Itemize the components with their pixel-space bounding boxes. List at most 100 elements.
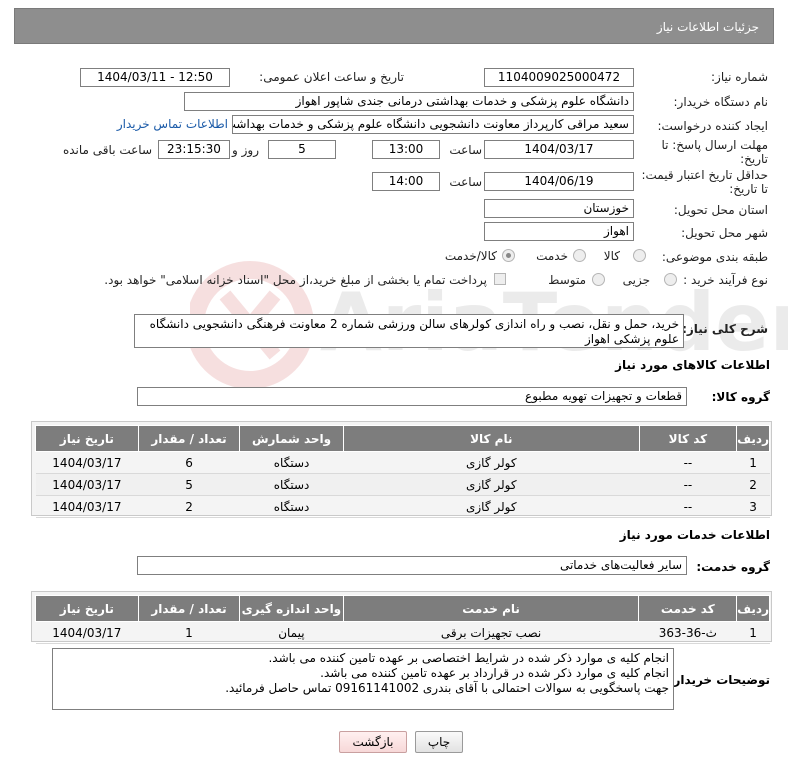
cell-name: کولر گازی xyxy=(343,495,640,518)
category-option-goods: کالا xyxy=(603,249,620,263)
need-number-label: شماره نیاز: xyxy=(711,70,768,84)
table-row: 1 ث-36-363 نصب تجهیزات برقی پیمان 1 1404… xyxy=(35,621,770,644)
page-title: جزئیات اطلاعات نیاز xyxy=(656,20,759,34)
cell-row-number: 3 xyxy=(736,495,770,518)
process-option-minor: جزیی xyxy=(622,273,650,287)
col-unit: واحد شمارش xyxy=(239,425,344,452)
cell-code: -- xyxy=(639,495,737,518)
announce-field: 1404/03/11 - 12:50 xyxy=(80,68,230,87)
goods-section-title: اطلاعات کالاهای مورد نیاز xyxy=(615,358,770,372)
city-label: شهر محل تحویل: xyxy=(681,226,768,240)
buyer-org-field: دانشگاه علوم پزشکی و خدمات بهداشتی درمان… xyxy=(184,92,634,111)
process-label: نوع فرآیند خرید : xyxy=(683,273,768,287)
cell-code: -- xyxy=(639,473,737,496)
col-need-date: تاریخ نیاز xyxy=(35,425,139,452)
cell-date: 1404/03/17 xyxy=(35,495,139,518)
goods-table-container: ردیف کد کالا نام کالا واحد شمارش تعداد /… xyxy=(31,421,772,518)
cell-date: 1404/03/17 xyxy=(35,621,139,644)
col-row-number: ردیف xyxy=(736,595,770,622)
cell-code: -- xyxy=(639,451,737,474)
notes-field: انجام کلیه ی موارد ذکر شده در شرایط اختص… xyxy=(52,648,674,710)
price-date-field: 1404/06/19 xyxy=(484,172,634,191)
header-bar: جزئیات اطلاعات نیاز xyxy=(14,8,774,44)
city-field: اهواز xyxy=(484,222,634,241)
services-table: ردیف کد خدمت نام خدمت واحد اندازه گیری ت… xyxy=(35,595,770,644)
goods-group-field: قطعات و تجهیزات تهویه مطبوع xyxy=(137,387,687,406)
category-option-goods-service: کالا/خدمت xyxy=(444,249,497,263)
services-group-label: گروه خدمت: xyxy=(696,560,770,574)
summary-field: خرید، حمل و نقل، نصب و راه اندازی کولرها… xyxy=(134,314,684,348)
cell-unit: دستگاه xyxy=(239,451,344,474)
print-button[interactable]: چاپ xyxy=(415,731,463,753)
col-need-date: تاریخ نیاز xyxy=(35,595,139,622)
remaining-label: ساعت باقی مانده xyxy=(62,143,152,157)
cell-row-number: 1 xyxy=(736,451,770,474)
notes-label: توضیحات خریدار: xyxy=(668,673,770,687)
table-row: 3 -- کولر گازی دستگاه 2 1404/03/17 xyxy=(35,495,770,518)
category-label: طبقه بندی موضوعی: xyxy=(661,250,768,264)
province-label: استان محل تحویل: xyxy=(673,203,768,217)
reply-time-field: 13:00 xyxy=(372,140,440,159)
buyer-org-label: نام دستگاه خریدار: xyxy=(673,95,769,109)
notes-line: انجام کلیه ی موارد ذکر شده در شرایط اختص… xyxy=(268,651,669,665)
cell-name: کولر گازی xyxy=(343,473,640,496)
services-table-container: ردیف کد خدمت نام خدمت واحد اندازه گیری ت… xyxy=(31,591,772,644)
creator-label: ایجاد کننده درخواست: xyxy=(657,119,768,133)
process-option-medium: متوسط xyxy=(548,273,586,287)
cell-name: نصب تجهیزات برقی xyxy=(343,621,639,644)
table-row: 1 -- کولر گازی دستگاه 6 1404/03/17 xyxy=(35,451,770,474)
category-radio-goods-service[interactable] xyxy=(502,249,515,262)
process-radio-minor[interactable] xyxy=(664,273,677,286)
remaining-time-field: 23:15:30 xyxy=(158,140,230,159)
payment-checkbox[interactable] xyxy=(494,273,506,285)
goods-table: ردیف کد کالا نام کالا واحد شمارش تعداد /… xyxy=(35,425,770,518)
back-button[interactable]: بازگشت xyxy=(339,731,407,753)
cell-date: 1404/03/17 xyxy=(35,473,139,496)
contact-info-link[interactable]: اطلاعات تماس خریدار xyxy=(117,117,228,131)
col-goods-name: نام کالا xyxy=(342,425,640,452)
summary-label: شرح کلی نیاز: xyxy=(682,322,768,336)
cell-quantity: 5 xyxy=(138,473,240,496)
category-radio-goods[interactable] xyxy=(633,249,646,262)
cell-unit: دستگاه xyxy=(239,495,344,518)
goods-table-header: ردیف کد کالا نام کالا واحد شمارش تعداد /… xyxy=(35,425,770,452)
category-option-service: خدمت xyxy=(536,249,568,263)
col-quantity: تعداد / مقدار xyxy=(137,425,241,452)
col-goods-code: کد کالا xyxy=(638,425,738,452)
province-field: خوزستان xyxy=(484,199,634,218)
cell-quantity: 2 xyxy=(138,495,240,518)
announce-label: تاریخ و ساعت اعلان عمومی: xyxy=(259,70,404,84)
reply-time-label: ساعت xyxy=(449,143,482,157)
process-radio-medium[interactable] xyxy=(592,273,605,286)
creator-field: سعید مراقی کارپرداز معاونت دانشجویی دانش… xyxy=(232,115,634,134)
payment-note: پرداخت تمام یا بخشی از مبلغ خرید،از محل … xyxy=(104,273,487,287)
cell-quantity: 1 xyxy=(138,621,240,644)
cell-quantity: 6 xyxy=(138,451,240,474)
col-quantity: تعداد / مقدار xyxy=(137,595,241,622)
services-group-field: سایر فعالیت‌های خدماتی xyxy=(137,556,687,575)
cell-name: کولر گازی xyxy=(343,451,640,474)
days-field: 5 xyxy=(268,140,336,159)
price-deadline-label: حداقل تاریخ اعتبار قیمت: xyxy=(641,168,768,182)
reply-deadline-label-2: تاریخ: xyxy=(740,152,768,166)
price-time-field: 14:00 xyxy=(372,172,440,191)
services-section-title: اطلاعات خدمات مورد نیاز xyxy=(619,528,770,542)
col-service-name: نام خدمت xyxy=(342,595,640,622)
notes-line: انجام کلیه ی موارد ذکر شده در قرارداد بر… xyxy=(320,666,669,680)
cell-row-number: 2 xyxy=(736,473,770,496)
col-service-code: کد خدمت xyxy=(638,595,738,622)
reply-date-field: 1404/03/17 xyxy=(484,140,634,159)
cell-date: 1404/03/17 xyxy=(35,451,139,474)
col-measure-unit: واحد اندازه گیری xyxy=(239,595,344,622)
cell-unit: دستگاه xyxy=(239,473,344,496)
price-deadline-label-2: تا تاریخ: xyxy=(729,182,768,196)
col-row-number: ردیف xyxy=(736,425,770,452)
category-radio-service[interactable] xyxy=(573,249,586,262)
reply-deadline-label: مهلت ارسال پاسخ: تا xyxy=(661,138,768,152)
cell-unit: پیمان xyxy=(239,621,344,644)
goods-group-label: گروه کالا: xyxy=(711,390,770,404)
need-number-field: 1104009025000472 xyxy=(484,68,634,87)
cell-row-number: 1 xyxy=(736,621,770,644)
notes-line: جهت پاسخگویی به سوالات احتمالی با آقای ب… xyxy=(225,681,669,695)
days-label: روز و xyxy=(232,143,259,157)
